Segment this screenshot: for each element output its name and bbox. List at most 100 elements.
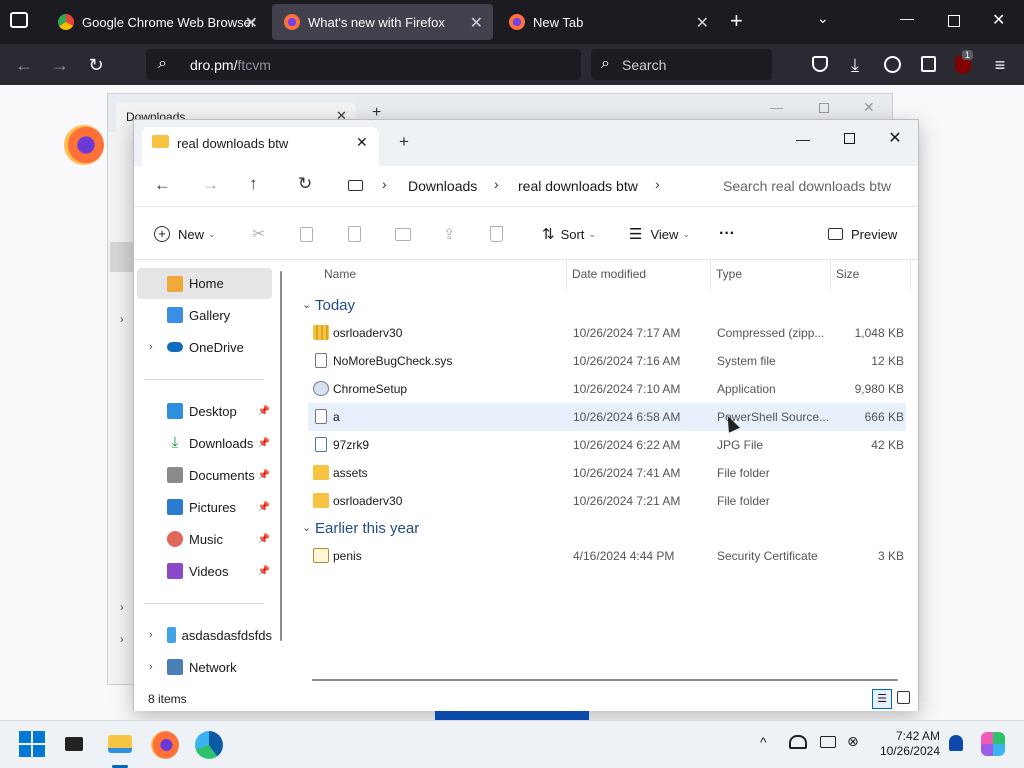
pin-icon[interactable]: 📌 <box>258 534 270 545</box>
view-button[interactable]: ☰ View ⌄ <box>629 221 690 247</box>
close-window-button[interactable]: ✕ <box>872 125 918 153</box>
restore-browser-button[interactable] <box>948 15 960 27</box>
shield-pocket-icon[interactable] <box>812 56 828 72</box>
breadcrumb-separator-icon[interactable]: › <box>494 176 499 192</box>
pin-icon[interactable]: 📌 <box>258 566 270 577</box>
file-row[interactable]: a 10/26/2024 6:58 AM PowerShell Source..… <box>308 403 906 431</box>
nav-item-this-pc[interactable]: › asdasdasfdsfds <box>137 621 272 649</box>
nav-item-onedrive[interactable]: › OneDrive <box>137 333 272 361</box>
group-header-earlier-this-year[interactable]: Earlier this year <box>315 520 419 537</box>
back-arrow-icon[interactable]: ← <box>154 175 171 195</box>
close-tab-icon[interactable]: ✕ <box>696 13 709 33</box>
new-button[interactable]: + New ⌄ <box>154 221 216 247</box>
preview-button[interactable]: Preview <box>828 221 897 247</box>
copy-icon[interactable] <box>300 221 313 247</box>
paste-icon[interactable] <box>348 221 361 247</box>
nav-item-downloads[interactable]: ⤓ Downloads 📌 <box>137 429 272 457</box>
this-pc-monitor-icon[interactable] <box>348 180 363 191</box>
more-options-button[interactable]: ··· <box>719 221 735 247</box>
file-row[interactable]: 97zrk9 10/26/2024 6:22 AM JPG File 42 KB <box>308 431 906 459</box>
breadcrumb-current-folder[interactable]: real downloads btw <box>518 178 638 194</box>
reload-icon[interactable]: ↻ <box>84 53 108 77</box>
nav-item-home[interactable]: Home <box>137 268 272 299</box>
minimize-browser-button[interactable]: — <box>900 10 914 26</box>
column-header-date[interactable]: Date modified <box>572 267 646 281</box>
share-icon[interactable]: ⇪ <box>443 221 456 247</box>
tiles-view-icon[interactable] <box>897 691 910 704</box>
maximize-button[interactable] <box>826 125 872 153</box>
back-arrow-icon[interactable]: ← <box>12 53 36 77</box>
nav-item-documents[interactable]: Documents 📌 <box>137 461 272 489</box>
network-disconnected-icon[interactable] <box>789 735 807 749</box>
nav-item-gallery[interactable]: Gallery <box>137 301 272 329</box>
tab-list-icon[interactable] <box>10 12 28 28</box>
cut-icon[interactable]: ✂ <box>252 221 265 247</box>
show-hidden-icons-chevron-icon[interactable]: ^ <box>760 734 767 750</box>
sort-button[interactable]: ⇅ Sort ⌄ <box>542 221 596 247</box>
expand-chevron-icon[interactable]: › <box>149 341 153 353</box>
file-row[interactable]: penis 4/16/2024 4:44 PM Security Certifi… <box>308 542 906 570</box>
file-row[interactable]: osrloaderv30 10/26/2024 7:17 AM Compress… <box>308 319 906 347</box>
pin-icon[interactable]: 📌 <box>258 470 270 481</box>
column-header-size[interactable]: Size <box>836 267 859 281</box>
close-tab-icon[interactable]: ✕ <box>356 134 368 151</box>
bg-expand-chevron-icon[interactable]: › <box>120 314 124 326</box>
pin-icon[interactable]: 📌 <box>258 438 270 449</box>
firefox-taskbar-icon[interactable] <box>151 731 179 759</box>
taskbar-clock[interactable]: 7:42 AM 10/26/2024 <box>880 729 940 759</box>
start-windows-icon[interactable] <box>19 731 45 757</box>
breadcrumb-downloads[interactable]: Downloads <box>408 178 477 194</box>
group-header-today[interactable]: Today <box>315 297 355 314</box>
url-bar[interactable]: ⌕ dro.pm/ftcvm <box>146 49 581 80</box>
tab-firefox-whats-new[interactable]: What's new with Firefox ✕ <box>272 4 493 40</box>
forward-arrow-icon[interactable]: → <box>202 175 219 195</box>
column-header-name[interactable]: Name <box>324 267 356 281</box>
nav-scrollbar[interactable] <box>280 271 282 641</box>
nav-item-music[interactable]: Music 📌 <box>137 525 272 553</box>
extensions-icon[interactable] <box>921 56 936 72</box>
edge-taskbar-icon[interactable] <box>195 731 223 759</box>
list-all-tabs-chevron-icon[interactable]: ⌄ <box>817 10 829 27</box>
delete-icon[interactable] <box>490 221 503 247</box>
web-search-bar[interactable]: ⌕ Search <box>591 49 772 80</box>
expand-chevron-icon[interactable]: › <box>149 629 153 641</box>
tab-chrome-download[interactable]: Google Chrome Web Browser ✕ <box>46 4 268 40</box>
bg-expand-chevron-icon[interactable]: › <box>120 634 124 646</box>
nav-item-videos[interactable]: Videos 📌 <box>137 557 272 585</box>
forward-arrow-icon[interactable]: → <box>48 53 72 77</box>
pin-icon[interactable]: 📌 <box>258 406 270 417</box>
file-row[interactable]: NoMoreBugCheck.sys 10/26/2024 7:16 AM Sy… <box>308 347 906 375</box>
refresh-icon[interactable]: ↻ <box>298 174 312 194</box>
file-explorer-taskbar-icon[interactable] <box>107 731 135 759</box>
breadcrumb-separator-icon[interactable]: › <box>382 176 387 192</box>
pin-icon[interactable]: 📌 <box>258 502 270 513</box>
nav-item-pictures[interactable]: Pictures 📌 <box>137 493 272 521</box>
nav-item-network[interactable]: › Network <box>137 653 272 681</box>
search-input[interactable]: Search real downloads btw <box>723 178 891 194</box>
bg-maximize-button[interactable] <box>819 103 829 113</box>
copilot-icon[interactable] <box>981 732 1005 756</box>
file-row[interactable]: ChromeSetup 10/26/2024 7:10 AM Applicati… <box>308 375 906 403</box>
file-row[interactable]: osrloaderv30 10/26/2024 7:21 AM File fol… <box>308 487 906 515</box>
volume-muted-icon[interactable]: ⊗ <box>847 733 859 750</box>
expand-chevron-icon[interactable]: › <box>149 661 153 673</box>
close-tab-icon[interactable]: ✕ <box>245 13 258 33</box>
explorer-tab[interactable]: real downloads btw ✕ <box>142 127 379 166</box>
column-header-type[interactable]: Type <box>716 267 742 281</box>
collapse-group-chevron-icon[interactable]: ⌄ <box>302 521 311 534</box>
downloads-icon[interactable]: ⤓ <box>843 53 867 77</box>
hamburger-menu-icon[interactable]: ≡ <box>988 53 1012 77</box>
bg-minimize-button[interactable]: — <box>770 100 783 115</box>
up-arrow-icon[interactable]: ↑ <box>249 174 258 194</box>
notification-bell-icon[interactable] <box>949 735 963 751</box>
rename-icon[interactable] <box>395 221 411 247</box>
explorer-window[interactable]: real downloads btw ✕ + — ✕ ← → ↑ ↻ › Dow… <box>133 119 919 711</box>
close-tab-icon[interactable]: ✕ <box>470 13 483 33</box>
new-tab-button[interactable]: + <box>730 8 743 34</box>
breadcrumb-separator-icon[interactable]: › <box>655 176 660 192</box>
tab-new-tab[interactable]: New Tab ✕ <box>497 4 719 40</box>
horizontal-scrollbar[interactable] <box>312 679 898 681</box>
bg-expand-chevron-icon[interactable]: › <box>120 602 124 614</box>
account-icon[interactable] <box>884 56 901 73</box>
bg-close-button[interactable]: ✕ <box>863 99 875 116</box>
